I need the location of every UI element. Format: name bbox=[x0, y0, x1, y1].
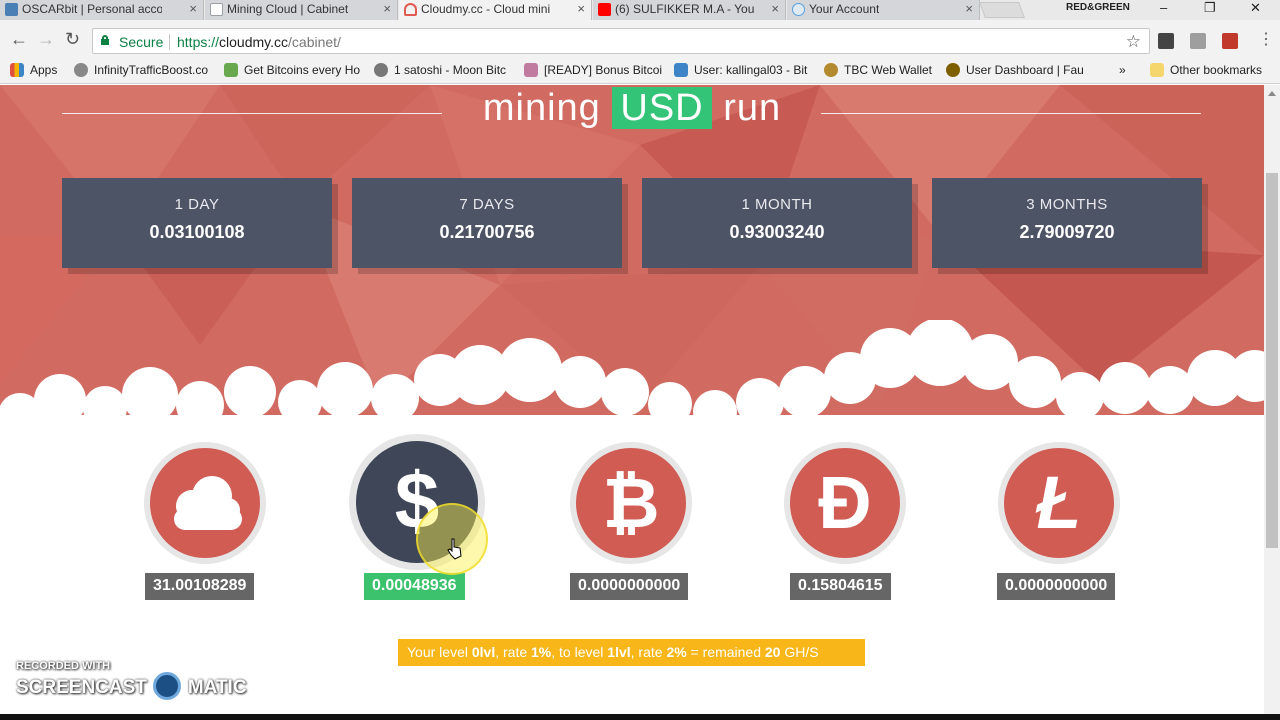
dogecoin-icon: Đ bbox=[818, 461, 872, 544]
bitcoin-balance-value: 0.0000000000 bbox=[570, 573, 689, 600]
account-favicon-icon bbox=[792, 3, 805, 16]
bookmark-item[interactable]: 1 satoshi - Moon Bitc bbox=[374, 63, 506, 77]
litecoin-balance-value: 0.0000000000 bbox=[997, 573, 1116, 600]
bitcoin-icon: ₿ bbox=[602, 464, 660, 542]
extension-icon[interactable] bbox=[1158, 33, 1174, 49]
back-arrow-icon[interactable]: ← bbox=[10, 29, 28, 49]
secure-label: Secure bbox=[119, 34, 164, 50]
link-icon bbox=[74, 63, 88, 77]
bottom-edge bbox=[0, 714, 1280, 720]
bookmarks-overflow-icon[interactable]: » bbox=[1119, 63, 1126, 77]
page-scrollbar[interactable] bbox=[1264, 85, 1280, 720]
screencast-watermark: RECORDED WITH SCREENCAST MATIC bbox=[16, 660, 247, 700]
dogecoin-balance-value: 0.15804615 bbox=[790, 573, 891, 600]
profile-name[interactable]: RED&GREEN bbox=[1066, 2, 1130, 13]
apps-grid-icon bbox=[10, 63, 24, 77]
divider bbox=[169, 34, 170, 50]
level-status-bar: Your level 0lvl, rate 1%, to level 1lvl,… bbox=[398, 639, 865, 666]
period-card-7-days: 7 DAYS 0.21700756 bbox=[352, 178, 622, 268]
cloud-favicon-icon bbox=[404, 3, 417, 16]
lock-icon bbox=[101, 35, 109, 45]
close-icon[interactable]: × bbox=[189, 1, 197, 16]
bookmark-apps[interactable]: Apps bbox=[10, 63, 57, 77]
scroll-up-icon[interactable] bbox=[1268, 91, 1276, 96]
hand-cursor-icon bbox=[447, 538, 462, 560]
period-label: 3 MONTHS bbox=[1026, 196, 1108, 213]
period-value: 0.03100108 bbox=[149, 222, 245, 242]
tab-label: Mining Cloud | Cabinet bbox=[227, 2, 349, 16]
page-content: mining USD run 1 DAY 0.03100108 7 DAYS 0… bbox=[0, 85, 1264, 720]
new-tab-button[interactable] bbox=[979, 2, 1025, 18]
close-icon[interactable]: × bbox=[577, 1, 585, 16]
tab-oscarbit[interactable]: OSCARbit | Personal acco × bbox=[0, 0, 204, 20]
window-close-icon[interactable]: ✕ bbox=[1250, 0, 1261, 16]
usd-balance-value: 0.00048936 bbox=[364, 573, 465, 600]
tab-label: Your Account bbox=[809, 2, 880, 16]
oscarbit-favicon-icon bbox=[5, 3, 18, 16]
url-path: /cabinet/ bbox=[288, 34, 341, 50]
period-label: 7 DAYS bbox=[459, 196, 515, 213]
close-icon[interactable]: × bbox=[771, 1, 779, 16]
dogecoin-balance-coin[interactable]: Đ bbox=[784, 442, 906, 564]
address-bar[interactable]: Secure https://cloudmy.cc/cabinet/ ☆ bbox=[92, 28, 1150, 54]
bookmark-item[interactable]: InfinityTrafficBoost.co bbox=[74, 63, 208, 77]
bookmark-item[interactable]: Get Bitcoins every Ho bbox=[224, 63, 360, 77]
tab-youtube[interactable]: (6) SULFIKKER M.A - You × bbox=[593, 0, 786, 20]
period-value: 2.79009720 bbox=[1019, 222, 1115, 242]
maximize-icon[interactable]: ❐ bbox=[1204, 0, 1216, 16]
tab-label: Cloudmy.cc - Cloud mini bbox=[421, 2, 551, 16]
bitcoin-balance-coin[interactable]: ₿ bbox=[570, 442, 692, 564]
url-domain: cloudmy.cc bbox=[219, 34, 289, 50]
folder-icon bbox=[1150, 63, 1164, 77]
extension-icon[interactable] bbox=[1222, 33, 1238, 49]
menu-icon[interactable]: ⋮ bbox=[1258, 30, 1274, 50]
reload-icon[interactable]: ↻ bbox=[65, 29, 80, 49]
cloud-balance-coin[interactable] bbox=[144, 442, 266, 564]
tab-mining-cloud[interactable]: Mining Cloud | Cabinet × bbox=[205, 0, 398, 20]
tab-your-account[interactable]: Your Account × bbox=[787, 0, 980, 20]
bookmark-item[interactable]: TBC Web Wallet bbox=[824, 63, 932, 77]
page-icon bbox=[210, 3, 223, 16]
extension-icon[interactable] bbox=[1190, 33, 1206, 49]
screencast-logo-icon bbox=[153, 672, 182, 700]
youtube-icon bbox=[598, 3, 611, 16]
period-value: 0.93003240 bbox=[729, 222, 825, 242]
currency-highlight: USD bbox=[612, 87, 712, 129]
cloud-icon bbox=[174, 476, 242, 530]
tab-label: (6) SULFIKKER M.A - You bbox=[615, 2, 755, 16]
moon-icon bbox=[374, 63, 388, 77]
bookmark-star-icon[interactable]: ☆ bbox=[1126, 32, 1141, 52]
bookmark-item[interactable]: [READY] Bonus Bitcoi bbox=[524, 63, 662, 77]
bonus-icon bbox=[524, 63, 538, 77]
period-card-3-months: 3 MONTHS 2.79009720 bbox=[932, 178, 1202, 268]
litecoin-balance-coin[interactable]: Ł bbox=[998, 442, 1120, 564]
litecoin-icon: Ł bbox=[1036, 461, 1082, 544]
tab-cloudmy[interactable]: Cloudmy.cc - Cloud mini × bbox=[399, 0, 592, 20]
cloud-balance-value: 31.00108289 bbox=[145, 573, 255, 600]
document-icon bbox=[674, 63, 688, 77]
period-label: 1 MONTH bbox=[741, 196, 813, 213]
forward-arrow-icon[interactable]: → bbox=[37, 29, 55, 49]
tab-strip: OSCARbit | Personal acco × Mining Cloud … bbox=[0, 0, 1280, 20]
tab-label: OSCARbit | Personal acco bbox=[22, 2, 162, 16]
bookmark-item[interactable]: User: kallingal03 - Bit bbox=[674, 63, 807, 77]
url-text[interactable]: https://cloudmy.cc/cabinet/ bbox=[177, 34, 341, 50]
period-card-1-day: 1 DAY 0.03100108 bbox=[62, 178, 332, 268]
bookmark-other[interactable]: Other bookmarks bbox=[1150, 63, 1262, 77]
bookmarks-bar: Apps InfinityTrafficBoost.co Get Bitcoin… bbox=[0, 58, 1280, 84]
scrollbar-thumb[interactable] bbox=[1266, 173, 1278, 548]
period-label: 1 DAY bbox=[174, 196, 220, 213]
close-icon[interactable]: × bbox=[965, 1, 973, 16]
faucet-icon bbox=[946, 63, 960, 77]
url-scheme: https:// bbox=[177, 34, 220, 50]
minimize-icon[interactable]: – bbox=[1160, 0, 1167, 15]
leaf-icon bbox=[224, 63, 238, 77]
bookmark-item[interactable]: User Dashboard | Fau bbox=[946, 63, 1084, 77]
wallet-icon bbox=[824, 63, 838, 77]
close-icon[interactable]: × bbox=[383, 1, 391, 16]
page-title: mining USD run bbox=[482, 87, 782, 129]
period-value: 0.21700756 bbox=[439, 222, 535, 242]
period-card-1-month: 1 MONTH 0.93003240 bbox=[642, 178, 912, 268]
